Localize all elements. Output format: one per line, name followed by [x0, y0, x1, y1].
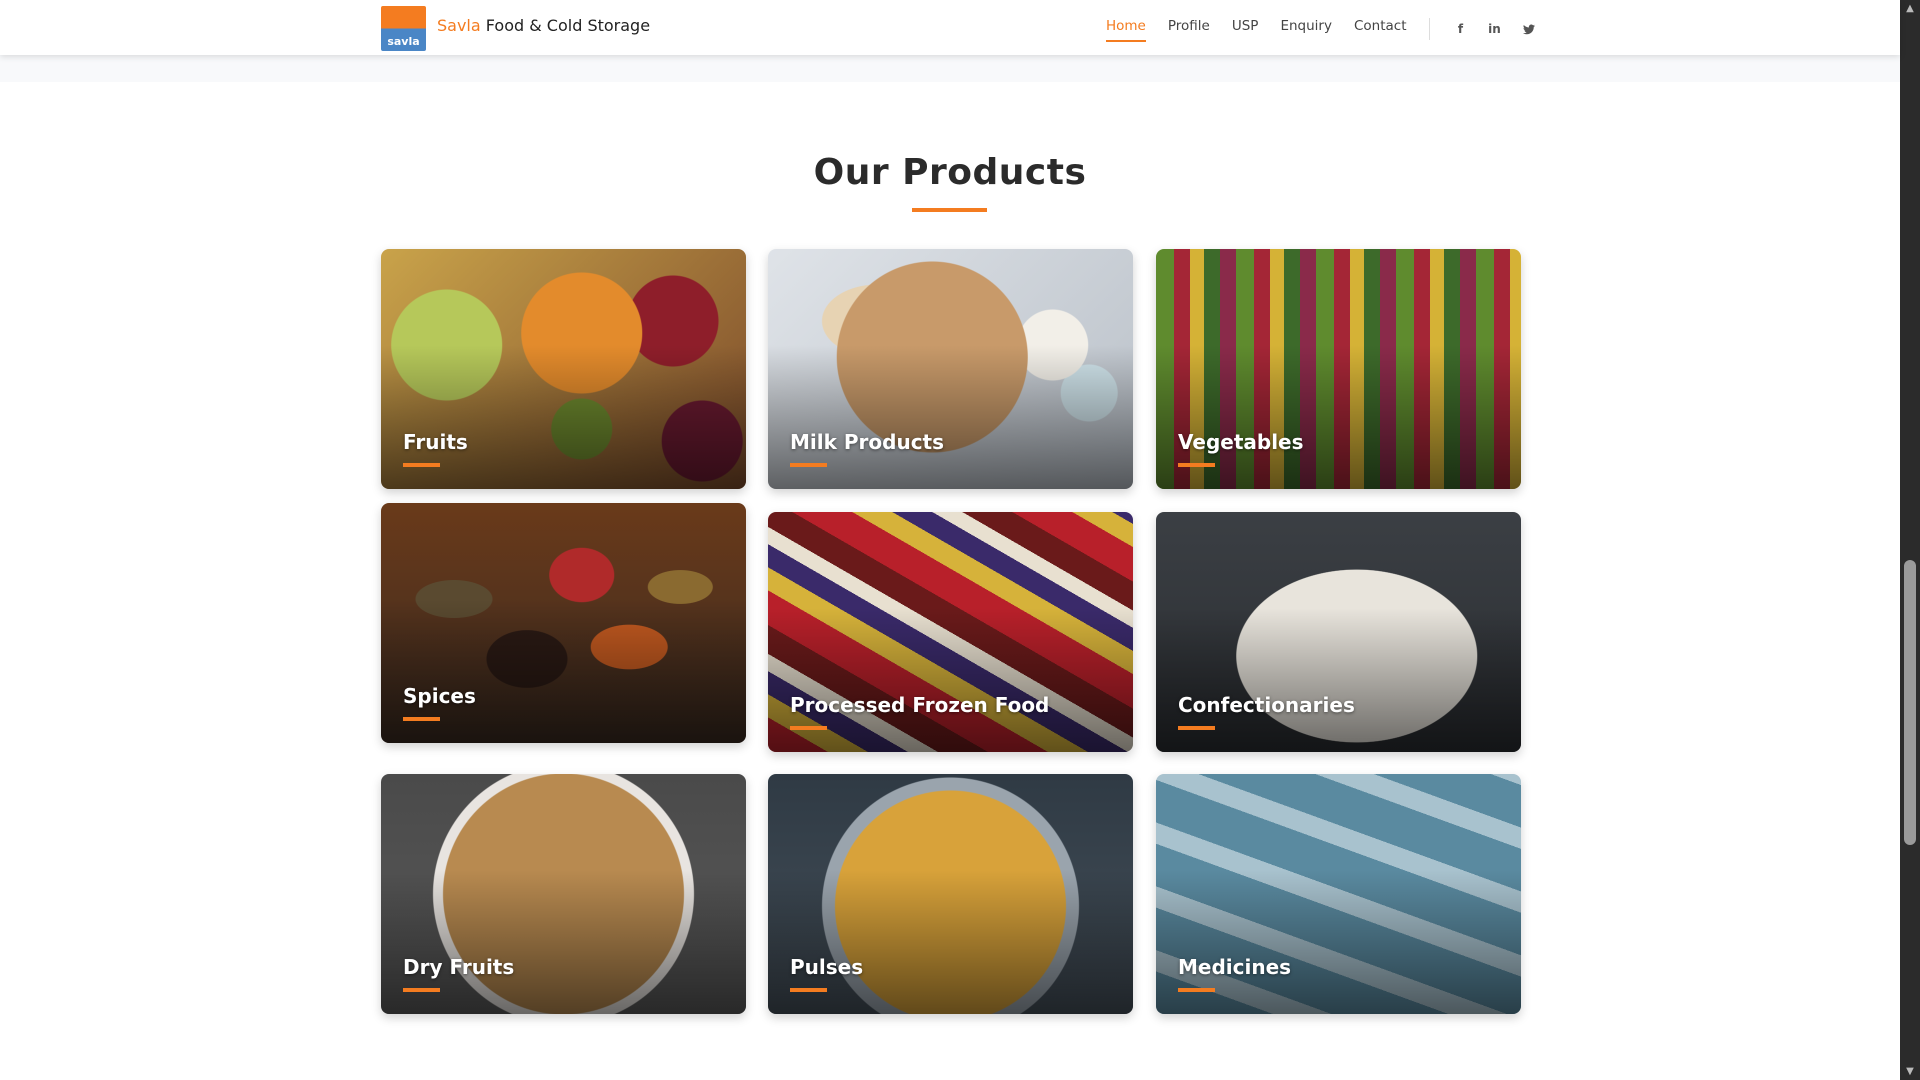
card-label: Fruits: [403, 430, 468, 454]
product-card-pulses[interactable]: Pulses: [768, 774, 1133, 1014]
card-underline: [1178, 988, 1215, 992]
card-overlay: [381, 599, 746, 743]
linkedin-icon[interactable]: in: [1485, 19, 1505, 39]
product-card-fruits[interactable]: Fruits: [381, 249, 746, 489]
nav-enquiry[interactable]: Enquiry: [1280, 18, 1332, 40]
product-card-processed-frozen-food[interactable]: Processed Frozen Food: [768, 512, 1133, 752]
product-card-milk-products[interactable]: Milk Products: [768, 249, 1133, 489]
main-nav: Home Profile USP Enquiry Contact f in: [1106, 18, 1546, 42]
nav-home[interactable]: Home: [1106, 18, 1146, 42]
brand-name[interactable]: Savla Food & Cold Storage: [437, 16, 650, 35]
card-label: Milk Products: [790, 430, 945, 454]
card-underline: [790, 988, 827, 992]
card-overlay: [1156, 608, 1521, 752]
scrollbar-thumb[interactable]: [1904, 560, 1916, 845]
card-overlay: [768, 870, 1133, 1014]
product-card-vegetables[interactable]: Vegetables: [1156, 249, 1521, 489]
product-card-dry-fruits[interactable]: Dry Fruits: [381, 774, 746, 1014]
top-band: [0, 55, 1900, 82]
product-card-confectionaries[interactable]: Confectionaries: [1156, 512, 1521, 752]
card-label: Spices: [403, 684, 476, 708]
card-underline: [403, 717, 440, 721]
card-label: Confectionaries: [1178, 693, 1355, 717]
nav-divider: [1428, 18, 1430, 40]
card-underline: [790, 726, 827, 730]
card-underline: [1178, 726, 1215, 730]
card-overlay: [768, 345, 1133, 489]
card-label: Dry Fruits: [403, 955, 515, 979]
savla-logo[interactable]: savla: [381, 6, 426, 51]
card-label: Vegetables: [1178, 430, 1304, 454]
card-underline: [1178, 463, 1215, 467]
card-overlay: [768, 608, 1133, 752]
page-scrollbar[interactable]: ▲ ▼: [1900, 0, 1920, 1080]
scroll-up-arrow-icon[interactable]: ▲: [1900, 0, 1920, 17]
card-overlay: [381, 870, 746, 1014]
card-underline: [403, 988, 440, 992]
card-overlay: [1156, 870, 1521, 1014]
card-underline: [403, 463, 440, 467]
card-underline: [790, 463, 827, 467]
card-label: Processed Frozen Food: [790, 693, 1050, 717]
twitter-icon[interactable]: [1519, 19, 1539, 39]
logo-text: savla: [387, 35, 420, 48]
scroll-down-arrow-icon[interactable]: ▼: [1900, 1063, 1920, 1080]
nav-usp[interactable]: USP: [1232, 18, 1259, 40]
nav-contact[interactable]: Contact: [1354, 18, 1407, 40]
card-label: Medicines: [1178, 955, 1292, 979]
product-card-medicines[interactable]: Medicines: [1156, 774, 1521, 1014]
facebook-icon[interactable]: f: [1451, 19, 1471, 39]
brand-accent: Savla: [437, 16, 481, 35]
section-title: Our Products: [813, 152, 1087, 193]
site-header: savla Savla Food & Cold Storage Home Pro…: [0, 0, 1900, 55]
card-label: Pulses: [790, 955, 864, 979]
nav-profile[interactable]: Profile: [1168, 18, 1210, 40]
brand-rest: Food & Cold Storage: [480, 16, 651, 35]
card-overlay: [1156, 345, 1521, 489]
title-underline: [912, 208, 987, 212]
card-overlay: [381, 345, 746, 489]
product-card-spices[interactable]: Spices: [381, 503, 746, 743]
